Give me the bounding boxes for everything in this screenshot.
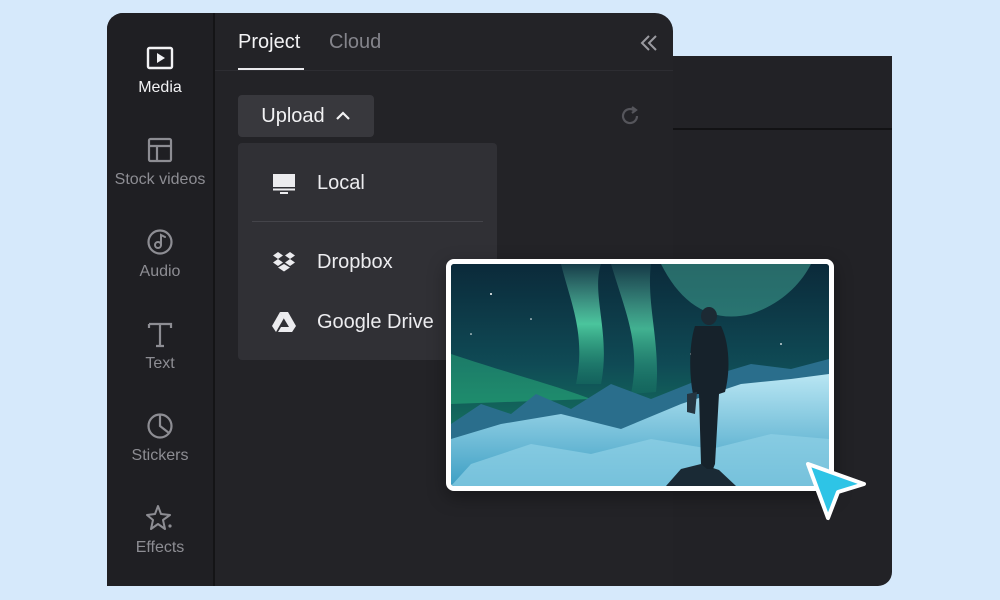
sidebar-item-audio[interactable]: Audio	[107, 219, 213, 299]
pointer-cursor-icon	[806, 462, 866, 520]
google-drive-icon	[272, 312, 296, 332]
monitor-icon	[273, 174, 295, 194]
menu-item-label: Local	[317, 171, 365, 194]
menu-item-label: Dropbox	[317, 250, 393, 273]
chevron-up-icon	[335, 111, 350, 120]
menu-divider	[252, 221, 483, 222]
tab-project[interactable]: Project	[238, 31, 300, 54]
menu-item-local[interactable]: Local	[238, 157, 497, 209]
refresh-icon[interactable]	[618, 104, 642, 128]
music-note-icon	[147, 229, 173, 255]
aurora-landscape-image	[451, 264, 829, 486]
layout-icon	[147, 137, 173, 163]
dropbox-icon	[273, 252, 295, 272]
play-square-icon	[146, 46, 174, 70]
sidebar-item-label: Effects	[135, 539, 185, 556]
sidebar-item-label: Audio	[139, 263, 181, 280]
sidebar-item-label: Text	[145, 355, 175, 372]
menu-item-label: Google Drive	[317, 310, 434, 333]
upload-button-label: Upload	[261, 104, 325, 127]
sidebar: Media Stock videos Audio Text Stickers E…	[107, 13, 215, 586]
sparkle-icon	[146, 505, 172, 530]
tabs-divider	[215, 70, 673, 71]
tab-cloud[interactable]: Cloud	[329, 31, 381, 54]
aurora-photo	[446, 259, 834, 491]
sidebar-item-text[interactable]: Text	[107, 311, 213, 391]
upload-button[interactable]: Upload	[238, 95, 374, 137]
sidebar-item-label: Stock videos	[114, 171, 206, 188]
collapse-panel-icon[interactable]	[637, 31, 661, 55]
sidebar-item-media[interactable]: Media	[107, 35, 213, 115]
sidebar-item-label: Media	[138, 79, 182, 96]
sidebar-item-stock-videos[interactable]: Stock videos	[107, 127, 213, 207]
text-t-icon	[147, 322, 173, 348]
sidebar-item-label: Stickers	[131, 447, 189, 464]
sticker-icon	[147, 413, 173, 439]
sidebar-item-stickers[interactable]: Stickers	[107, 403, 213, 483]
sidebar-item-effects[interactable]: Effects	[107, 495, 213, 575]
